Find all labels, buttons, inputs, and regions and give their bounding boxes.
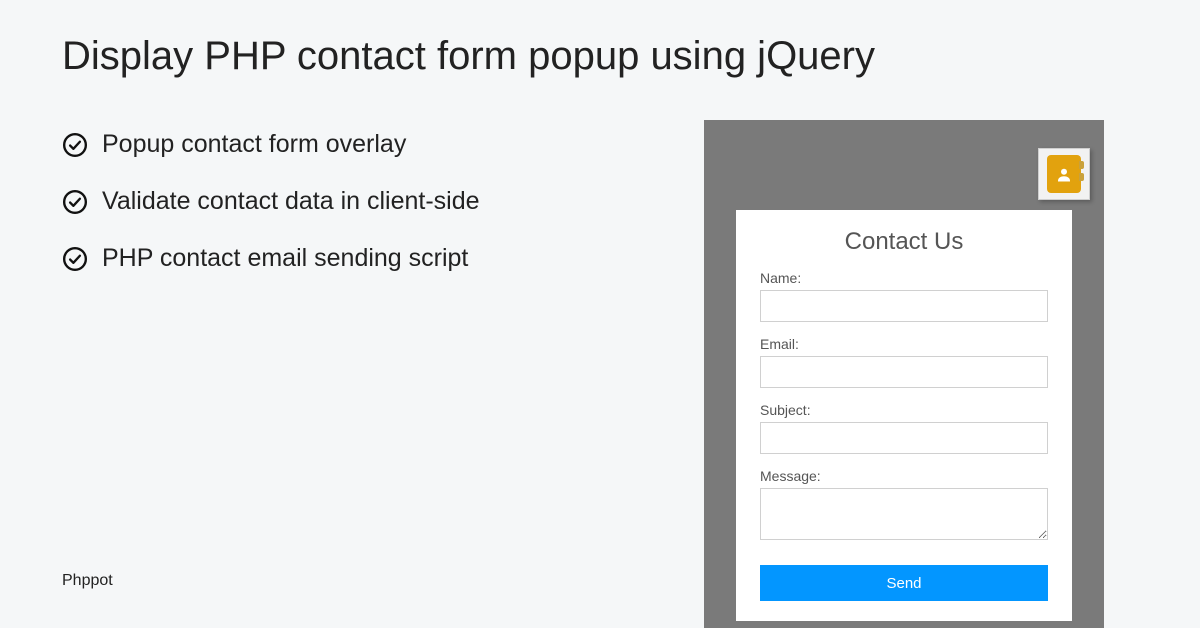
send-button[interactable]: Send: [760, 565, 1048, 601]
feature-item: Popup contact form overlay: [62, 130, 622, 159]
page-title: Display PHP contact form popup using jQu…: [62, 34, 875, 79]
check-circle-icon: [62, 246, 88, 272]
name-input[interactable]: [760, 290, 1048, 322]
subject-label: Subject:: [760, 402, 1048, 418]
message-field-group: Message:: [760, 468, 1048, 545]
contact-form-card: Contact Us Name: Email: Subject: Message…: [736, 210, 1072, 621]
email-input[interactable]: [760, 356, 1048, 388]
brand-label: Phppot: [62, 572, 113, 590]
preview-pane: Contact Us Name: Email: Subject: Message…: [704, 120, 1104, 628]
contact-popup-toggle-button[interactable]: [1038, 148, 1090, 200]
form-heading: Contact Us: [760, 228, 1048, 256]
feature-item: PHP contact email sending script: [62, 244, 622, 273]
check-circle-icon: [62, 189, 88, 215]
email-field-group: Email:: [760, 336, 1048, 388]
name-label: Name:: [760, 270, 1048, 286]
address-book-icon: [1047, 155, 1081, 193]
feature-list: Popup contact form overlay Validate cont…: [62, 130, 622, 301]
name-field-group: Name:: [760, 270, 1048, 322]
subject-input[interactable]: [760, 422, 1048, 454]
feature-text: Popup contact form overlay: [102, 130, 406, 159]
feature-item: Validate contact data in client-side: [62, 187, 622, 216]
message-textarea[interactable]: [760, 488, 1048, 540]
feature-text: Validate contact data in client-side: [102, 187, 480, 216]
email-label: Email:: [760, 336, 1048, 352]
subject-field-group: Subject:: [760, 402, 1048, 454]
feature-text: PHP contact email sending script: [102, 244, 468, 273]
message-label: Message:: [760, 468, 1048, 484]
check-circle-icon: [62, 132, 88, 158]
